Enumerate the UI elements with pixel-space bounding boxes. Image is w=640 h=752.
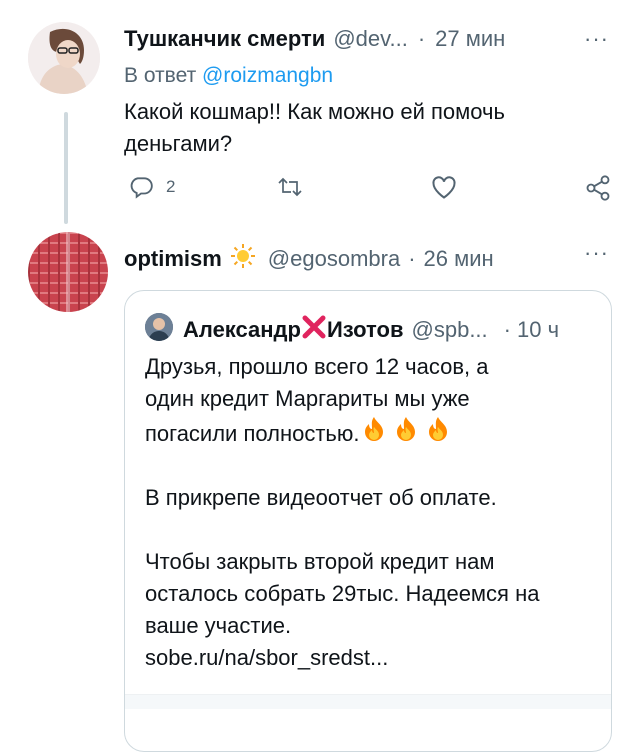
quoted-line: один кредит Маргариты мы уже xyxy=(145,386,470,411)
reply-count: 2 xyxy=(166,177,176,196)
separator-dot: · xyxy=(417,26,426,51)
sun-emoji-icon xyxy=(230,243,256,275)
share-icon xyxy=(584,174,612,202)
like-button[interactable] xyxy=(430,174,458,200)
quoted-line: Друзья, прошло всего 12 часов, а xyxy=(145,354,489,379)
separator-dot: · xyxy=(503,317,511,342)
tweet-header: Тушканчик смерти @dev... · 27 мин xyxy=(124,26,505,52)
quoted-tweet[interactable]: Александр Изотов @spb... · 10 ч Друзья, … xyxy=(124,290,612,752)
quoted-avatar xyxy=(145,313,173,341)
timestamp[interactable]: 27 мин xyxy=(435,26,505,52)
quoted-media-footer xyxy=(125,694,611,709)
quoted-line: ваше участие. xyxy=(145,613,292,638)
more-options-icon[interactable]: ··· xyxy=(584,240,609,266)
reply-mention-link[interactable]: @roizmangbn xyxy=(202,64,333,87)
reply-icon xyxy=(128,174,154,200)
quoted-header: Александр Изотов @spb... · 10 ч xyxy=(183,313,559,343)
reply-context: В ответ @roizmangbn xyxy=(124,64,333,88)
timestamp[interactable]: 26 мин xyxy=(424,246,494,272)
reply-prefix: В ответ xyxy=(124,64,197,87)
quoted-line: осталось собрать 29тыс. Надеемся на xyxy=(145,581,540,606)
quoted-author-first: Александр xyxy=(183,317,301,342)
tweet-text: Какой кошмар!! Как можно ей помочь деньг… xyxy=(124,99,505,156)
reply-button[interactable]: 2 xyxy=(128,174,175,200)
author-handle[interactable]: @egosombra xyxy=(268,246,400,272)
author-name[interactable]: optimism xyxy=(124,246,222,272)
quoted-link[interactable]: sobe.ru/na/sbor_sredst... xyxy=(145,642,595,674)
quoted-line: погасили полностью. xyxy=(145,415,595,450)
quoted-handle: @spb... xyxy=(411,317,488,342)
quoted-line: Чтобы закрыть второй кредит нам xyxy=(145,549,495,574)
tweet-actions: 2 xyxy=(120,174,620,204)
separator-dot: · xyxy=(408,246,416,271)
like-icon xyxy=(430,174,458,200)
quoted-line: В прикрепе видеоотчет об оплате. xyxy=(145,485,497,510)
author-handle[interactable]: @dev... xyxy=(333,26,408,52)
quoted-time: 10 ч xyxy=(516,317,560,342)
cross-mark-icon xyxy=(301,315,327,345)
share-button[interactable] xyxy=(584,174,612,202)
avatar[interactable] xyxy=(28,232,108,312)
fire-emoji-icon xyxy=(360,415,456,450)
quoted-text: Друзья, прошло всего 12 часов, а один кр… xyxy=(145,351,595,674)
avatar[interactable] xyxy=(28,22,100,94)
retweet-button[interactable] xyxy=(276,174,304,200)
retweet-icon xyxy=(276,174,304,200)
author-name[interactable]: Тушканчик смерти xyxy=(124,26,325,52)
more-options-icon[interactable]: ··· xyxy=(584,26,609,52)
quoted-line-text: погасили полностью. xyxy=(145,421,360,446)
tweet-header: optimism @egosombra · 26 мин xyxy=(124,240,494,272)
thread-line xyxy=(64,112,68,224)
quoted-author-last: Изотов xyxy=(326,317,404,342)
